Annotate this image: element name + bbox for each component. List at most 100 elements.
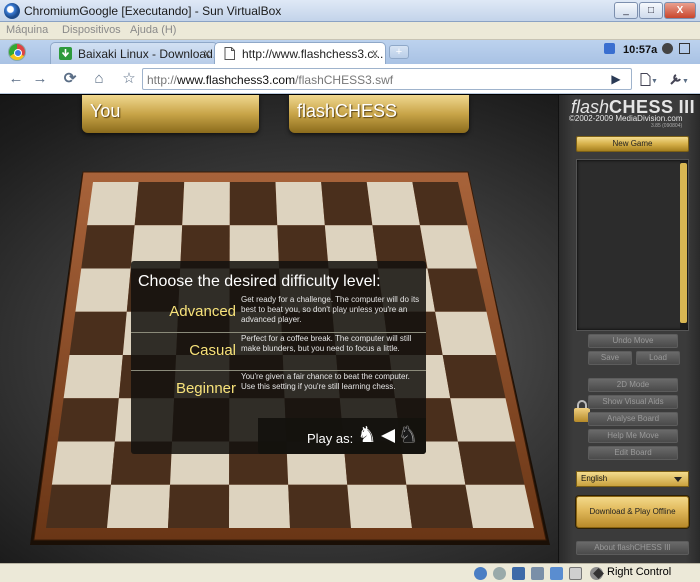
browser-toolbar: ← → ⟳ ⌂ ☆ http://www.flashchess3.com/fla…	[0, 64, 700, 94]
save-button[interactable]: Save	[588, 351, 632, 365]
board-square-b1[interactable]	[107, 484, 171, 528]
move-list-scrollbar[interactable]	[680, 161, 687, 329]
board-square-h4[interactable]	[442, 355, 506, 399]
board-square-b8[interactable]	[134, 182, 185, 226]
board-square-a3[interactable]	[57, 398, 119, 442]
black-knight-icon[interactable]: ♞	[397, 423, 419, 447]
board-square-f1[interactable]	[347, 484, 412, 528]
board-square-c8[interactable]	[182, 182, 230, 226]
bookmark-star-icon[interactable]: ☆	[119, 70, 139, 88]
power-tray-icon[interactable]	[662, 43, 673, 54]
host-key-label: Right Control	[607, 566, 672, 578]
board-square-a8[interactable]	[87, 182, 139, 226]
board-square-h7[interactable]	[419, 225, 477, 269]
board-square-a5[interactable]	[69, 311, 127, 355]
tab-flashchess[interactable]: http://www.flashchess3.c... x	[214, 42, 386, 64]
usb-icon[interactable]	[531, 567, 544, 580]
seamless-icon[interactable]	[569, 567, 582, 580]
board-square-d8[interactable]	[229, 182, 278, 226]
menu-machine[interactable]: Máquina	[6, 24, 48, 36]
board-square-g8[interactable]	[366, 182, 420, 226]
level-casual[interactable]: Casual Perfect for a coffee break. The c…	[131, 332, 426, 370]
board-square-a4[interactable]	[63, 355, 123, 399]
network-icon[interactable]	[512, 567, 525, 580]
help-me-move-button[interactable]: Help Me Move	[588, 429, 678, 443]
shared-folders-icon[interactable]	[550, 567, 563, 580]
play-as-bar: Play as: ♞ ♞	[258, 418, 426, 454]
tab-baixaki[interactable]: Baixaki Linux - Download... x	[50, 42, 218, 64]
virtualbox-app-icon[interactable]	[4, 3, 20, 19]
board-square-e8[interactable]	[275, 182, 325, 226]
board-square-h8[interactable]	[412, 182, 468, 226]
tab-label: Baixaki Linux - Download...	[78, 47, 218, 61]
board-square-d1[interactable]	[229, 484, 290, 528]
close-window-button[interactable]: X	[664, 2, 696, 19]
wrench-menu-button[interactable]: ▼	[666, 70, 692, 88]
url-text: http://www.flashchess3.com/flashCHESS3.s…	[147, 73, 394, 87]
clock: 10:57a	[623, 44, 658, 56]
new-game-button[interactable]: New Game	[576, 136, 689, 152]
board-square-h3[interactable]	[450, 398, 515, 442]
level-name[interactable]: Casual	[189, 342, 236, 359]
language-select[interactable]: English	[576, 471, 689, 487]
white-knight-icon[interactable]: ♞	[356, 423, 378, 447]
show-visual-aids-button[interactable]: Show Visual Aids	[588, 395, 678, 409]
board-square-h6[interactable]	[427, 268, 487, 312]
download-play-offline-button[interactable]: Download & Play Offline	[576, 496, 689, 528]
level-name[interactable]: Advanced	[169, 303, 236, 320]
board-square-f8[interactable]	[321, 182, 373, 226]
window-title: ChromiumGoogle [Executando] - Sun Virtua…	[24, 4, 282, 18]
level-advanced[interactable]: Advanced Get ready for a challenge. The …	[131, 294, 426, 332]
hard-disk-icon[interactable]	[474, 567, 487, 580]
page-icon	[224, 47, 235, 60]
cd-icon[interactable]	[493, 567, 506, 580]
maximize-button[interactable]: □	[639, 2, 663, 19]
player-right-box: flashCHESS	[289, 95, 469, 133]
copyright-text: ©2002-2009 MediaDivision.com	[569, 114, 683, 123]
player-left-name: You	[90, 101, 121, 121]
board-square-a6[interactable]	[75, 268, 131, 312]
board-square-c1[interactable]	[168, 484, 230, 528]
board-square-h5[interactable]	[435, 311, 496, 355]
undo-move-button[interactable]: Undo Move	[588, 334, 678, 348]
board-square-a1[interactable]	[46, 484, 111, 528]
tab-close-icon[interactable]: x	[372, 46, 378, 60]
load-button[interactable]: Load	[636, 351, 680, 365]
2d-mode-button[interactable]: 2D Mode	[588, 378, 678, 392]
home-button[interactable]: ⌂	[89, 70, 109, 88]
browser-tab-strip: Baixaki Linux - Download... x http://www…	[0, 40, 700, 64]
new-tab-button[interactable]: +	[389, 45, 409, 59]
address-bar[interactable]: http://www.flashchess3.com/flashCHESS3.s…	[142, 68, 632, 90]
about-button[interactable]: About flashCHESS III	[576, 541, 689, 555]
virtualbox-menu-bar: Máquina Dispositivos Ajuda (H)	[0, 22, 700, 40]
forward-button[interactable]: →	[30, 70, 50, 88]
level-name[interactable]: Beginner	[176, 380, 236, 397]
level-description: You're given a fair chance to beat the c…	[241, 372, 410, 391]
flash-game-area: You flashCHESS Choose the desired diffic…	[0, 95, 700, 563]
menu-devices[interactable]: Dispositivos	[62, 24, 121, 36]
window-tray-icon[interactable]	[679, 43, 690, 54]
go-button[interactable]: ▶	[606, 70, 626, 88]
play-as-label: Play as:	[307, 431, 354, 446]
page-menu-button[interactable]: ▼	[636, 70, 662, 88]
network-tray-icon[interactable]	[604, 43, 615, 54]
back-button[interactable]: ←	[6, 70, 26, 88]
board-square-g1[interactable]	[406, 484, 473, 528]
tab-close-icon[interactable]: x	[204, 46, 210, 60]
move-list[interactable]	[576, 159, 689, 331]
virtualbox-title-bar: ChromiumGoogle [Executando] - Sun Virtua…	[0, 0, 700, 22]
board-square-h1[interactable]	[465, 484, 534, 528]
board-square-e1[interactable]	[288, 484, 351, 528]
difficulty-dialog: Choose the desired difficulty level: Adv…	[131, 261, 426, 454]
board-square-a2[interactable]	[51, 441, 115, 485]
level-beginner[interactable]: Beginner You're given a fair chance to b…	[131, 370, 426, 408]
board-square-a7[interactable]	[81, 225, 135, 269]
edit-board-button[interactable]: Edit Board	[588, 446, 678, 460]
minimize-button[interactable]: _	[614, 2, 638, 19]
reload-button[interactable]: ⟳	[60, 70, 80, 88]
analyse-board-button[interactable]: Analyse Board	[588, 412, 678, 426]
chromium-logo-icon[interactable]	[8, 43, 26, 61]
board-square-h2[interactable]	[457, 441, 525, 485]
menu-help[interactable]: Ajuda (H)	[130, 24, 176, 36]
wrench-icon	[670, 73, 681, 85]
